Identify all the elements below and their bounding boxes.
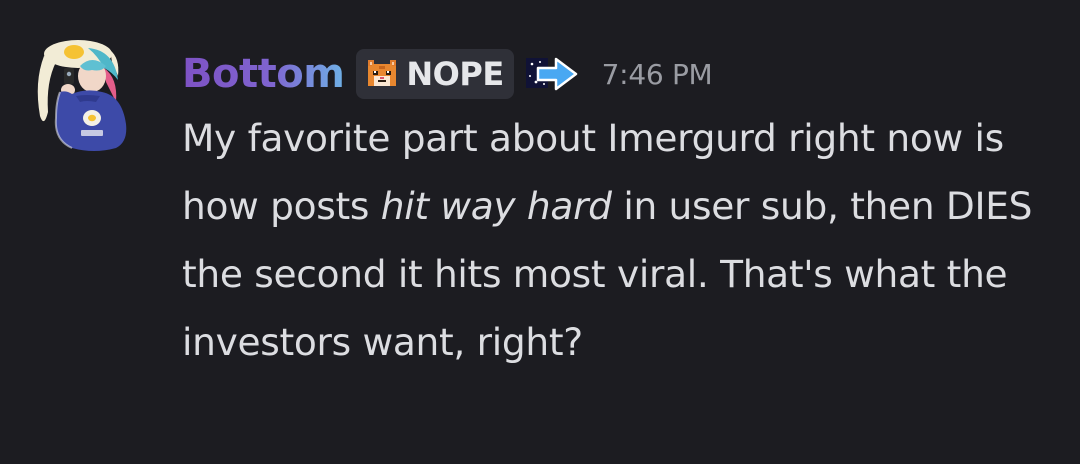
message-text-italic: hit way hard: [380, 184, 612, 228]
message-header: Bottom NOPE 7:46 PM: [182, 44, 713, 104]
message-content: My favorite part about Imergurd right no…: [182, 104, 1062, 376]
chat-message: Bottom NOPE 7:46 PM My favorite part abo…: [0, 0, 1080, 464]
message-timestamp[interactable]: 7:46 PM: [602, 58, 713, 91]
user-avatar[interactable]: [26, 32, 148, 154]
server-tag-label: NOPE: [406, 55, 504, 93]
server-tag-badge[interactable]: NOPE: [356, 49, 514, 99]
arrow-right-icon[interactable]: [524, 54, 580, 94]
cat-face-icon: [364, 56, 400, 92]
username[interactable]: Bottom: [182, 46, 345, 102]
